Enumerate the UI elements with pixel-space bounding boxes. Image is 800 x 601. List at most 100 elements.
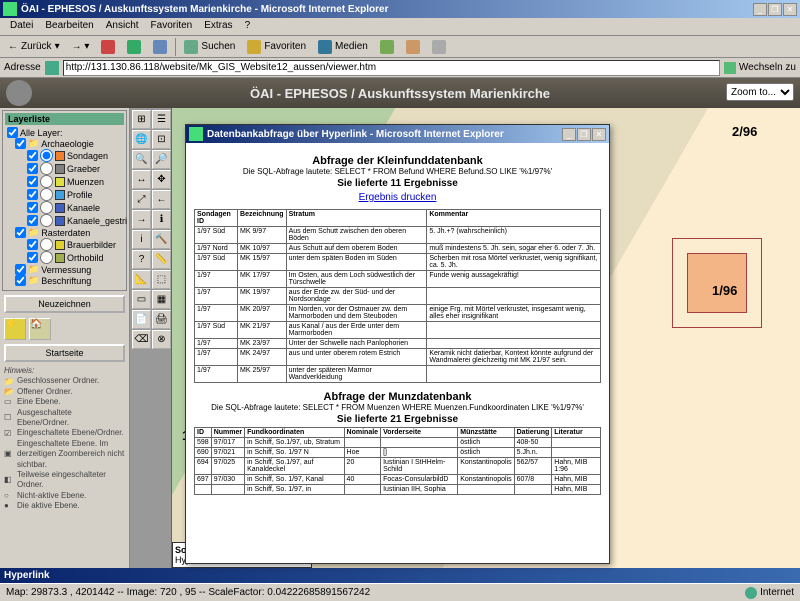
tree-layer[interactable]: Muenzen bbox=[67, 177, 104, 187]
tool-icon[interactable]: ? bbox=[132, 250, 151, 269]
tree-group[interactable]: Archaeologie bbox=[41, 139, 94, 149]
radio-layer[interactable] bbox=[40, 149, 53, 162]
print-link[interactable]: Ergebnis drucken bbox=[194, 192, 601, 203]
tool-icon[interactable]: 🌐 bbox=[132, 130, 151, 149]
back-button[interactable]: ← Zurück ▾ bbox=[4, 40, 64, 53]
tool-icon[interactable]: i bbox=[132, 230, 151, 249]
tool-icon[interactable]: ⌫ bbox=[132, 330, 151, 349]
close-button[interactable]: ✕ bbox=[783, 3, 797, 16]
tool-icon[interactable]: ▭ bbox=[132, 290, 151, 309]
search-button[interactable]: Suchen bbox=[180, 39, 239, 55]
radio-layer[interactable] bbox=[40, 214, 53, 227]
tree-layer[interactable]: Kanaele_gestri bbox=[67, 216, 127, 226]
tool-icon[interactable]: 📐 bbox=[132, 270, 151, 289]
tool-icon[interactable]: ⤢ bbox=[132, 190, 151, 209]
home-button[interactable] bbox=[149, 39, 171, 55]
checkbox-group[interactable] bbox=[15, 264, 26, 275]
tree-layer[interactable]: Brauerbilder bbox=[67, 240, 116, 250]
tree-group[interactable]: Beschriftung bbox=[41, 276, 91, 286]
tool-icon[interactable]: 📄 bbox=[132, 310, 151, 329]
tree-group[interactable]: Rasterdaten bbox=[41, 228, 90, 238]
tree-layer[interactable]: Profile bbox=[67, 190, 93, 200]
status-internet: Internet bbox=[745, 587, 794, 599]
popup-content[interactable]: Abfrage der Kleinfunddatenbank Die SQL-A… bbox=[186, 143, 609, 563]
forward-button[interactable]: → ▾ bbox=[68, 40, 94, 53]
checkbox-layer[interactable] bbox=[27, 215, 38, 226]
checkbox-layer[interactable] bbox=[27, 176, 38, 187]
checkbox-layer[interactable] bbox=[27, 239, 38, 250]
tool-icon[interactable]: 📏 bbox=[152, 250, 171, 269]
tool-icon[interactable]: ⬚ bbox=[152, 270, 171, 289]
stop-button[interactable] bbox=[97, 39, 119, 55]
tool-icon[interactable]: ☰ bbox=[152, 110, 171, 129]
table-cell: in Schiff, So.1/97, ub, Stratum bbox=[245, 438, 344, 448]
table-cell: 1/97 Süd bbox=[195, 322, 238, 339]
tool-icon[interactable]: ▦ bbox=[152, 290, 171, 309]
startpage-button[interactable]: Startseite bbox=[4, 344, 125, 362]
tree-layer[interactable]: Kanaele bbox=[67, 203, 100, 213]
maximize-button[interactable]: ❐ bbox=[768, 3, 782, 16]
tree-layer[interactable]: Orthobild bbox=[67, 253, 104, 263]
radio-layer[interactable] bbox=[40, 201, 53, 214]
checkbox-layer[interactable] bbox=[27, 189, 38, 200]
table-cell bbox=[427, 366, 601, 383]
tool-icon[interactable]: ⊗ bbox=[152, 330, 171, 349]
lightning-icon[interactable]: ⚡ bbox=[4, 318, 26, 340]
tool-icon[interactable]: 🔨 bbox=[152, 230, 171, 249]
refresh-button[interactable] bbox=[123, 39, 145, 55]
tool-icon[interactable]: 🖨 bbox=[152, 310, 171, 329]
media-button[interactable]: Medien bbox=[314, 39, 372, 55]
tool-icon[interactable]: ← bbox=[152, 190, 171, 209]
menu-extras[interactable]: Extras bbox=[198, 18, 238, 35]
table-cell: 690 bbox=[195, 448, 212, 458]
popup-minimize-button[interactable]: _ bbox=[562, 128, 576, 141]
tool-icon[interactable]: ✥ bbox=[152, 170, 171, 189]
tool-icon[interactable]: ℹ bbox=[152, 210, 171, 229]
house-icon[interactable]: 🏠 bbox=[29, 318, 51, 340]
popup-close-button[interactable]: ✕ bbox=[592, 128, 606, 141]
checkbox-layer[interactable] bbox=[27, 252, 38, 263]
minimize-button[interactable]: _ bbox=[753, 3, 767, 16]
table-cell bbox=[344, 485, 381, 495]
tree-layer[interactable]: Graeber bbox=[67, 164, 100, 174]
radio-layer[interactable] bbox=[40, 162, 53, 175]
tool-icon[interactable]: → bbox=[132, 210, 151, 229]
menu-bearbeiten[interactable]: Bearbeiten bbox=[39, 18, 99, 35]
checkbox-all-layers[interactable] bbox=[7, 127, 18, 138]
tool-icon[interactable]: 🔍 bbox=[132, 150, 151, 169]
radio-layer[interactable] bbox=[40, 251, 53, 264]
table-cell: muß mindestens 5. Jh. sein, sogar eher 6… bbox=[427, 244, 601, 254]
checkbox-layer[interactable] bbox=[27, 150, 38, 161]
table-header: Nominale bbox=[344, 428, 381, 438]
checkbox-group[interactable] bbox=[15, 275, 26, 286]
zoom-select[interactable]: Zoom to... bbox=[726, 83, 794, 101]
tool-icon[interactable]: ⊡ bbox=[152, 130, 171, 149]
radio-layer[interactable] bbox=[40, 175, 53, 188]
checkbox-group[interactable] bbox=[15, 227, 26, 238]
tree-group[interactable]: Vermessung bbox=[41, 265, 91, 275]
go-button[interactable]: Wechseln zu bbox=[724, 62, 796, 74]
legend-icon: ▭ bbox=[4, 397, 14, 407]
print-button[interactable] bbox=[428, 39, 450, 55]
address-input[interactable] bbox=[63, 60, 720, 76]
menu-datei[interactable]: Datei bbox=[4, 18, 39, 35]
menu-help[interactable]: ? bbox=[239, 18, 257, 35]
tree-layer[interactable]: Sondagen bbox=[67, 151, 108, 161]
checkbox-layer[interactable] bbox=[27, 202, 38, 213]
tool-icon[interactable]: ↔ bbox=[132, 170, 151, 189]
popup-maximize-button[interactable]: ❐ bbox=[577, 128, 591, 141]
radio-layer[interactable] bbox=[40, 238, 53, 251]
tree-all-layers[interactable]: Alle Layer: bbox=[20, 128, 63, 138]
checkbox-group[interactable] bbox=[15, 138, 26, 149]
tool-icon[interactable]: 🔎 bbox=[152, 150, 171, 169]
history-button[interactable] bbox=[376, 39, 398, 55]
redraw-button[interactable]: Neuzeichnen bbox=[4, 295, 125, 313]
favorites-button[interactable]: Favoriten bbox=[243, 39, 310, 55]
radio-layer[interactable] bbox=[40, 188, 53, 201]
menu-favoriten[interactable]: Favoriten bbox=[145, 18, 199, 35]
checkbox-layer[interactable] bbox=[27, 163, 38, 174]
mail-button[interactable] bbox=[402, 39, 424, 55]
tool-icon[interactable]: ⊞ bbox=[132, 110, 151, 129]
menu-ansicht[interactable]: Ansicht bbox=[100, 18, 145, 35]
table-cell: in Schiff, So.1/97, auf Kanaldeckel bbox=[245, 458, 344, 475]
